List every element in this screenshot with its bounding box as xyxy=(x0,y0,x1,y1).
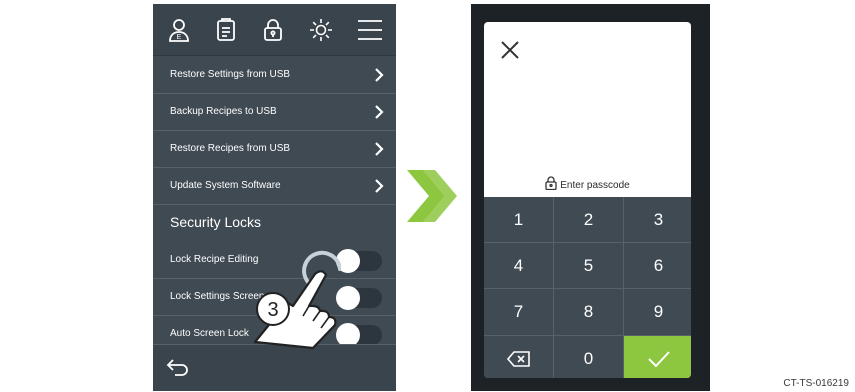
backspace-icon xyxy=(506,350,530,367)
chevron-right-icon xyxy=(375,179,384,193)
menu-item-restore-recipes[interactable]: Restore Recipes from USB xyxy=(153,131,396,168)
lock-settings-screen-toggle[interactable] xyxy=(336,286,382,310)
menu-item-label: Restore Recipes from USB xyxy=(170,143,291,154)
menu-item-update-software[interactable]: Update System Software xyxy=(153,168,396,205)
menu-item-label: Restore Settings from USB xyxy=(170,69,291,80)
numeric-keypad: 1 2 3 4 5 6 7 8 9 0 xyxy=(484,197,691,378)
step-number: 3 xyxy=(267,299,278,321)
tap-gesture-illustration: 3 xyxy=(253,250,341,350)
menu-item-label: Backup Recipes to USB xyxy=(170,106,277,117)
key-7[interactable]: 7 xyxy=(484,289,553,335)
menu-item-label: Update System Software xyxy=(170,180,281,191)
user-icon[interactable]: E xyxy=(165,16,193,44)
passcode-screen: Enter passcode 1 2 3 4 5 6 7 8 9 0 xyxy=(471,4,710,391)
key-6[interactable]: 6 xyxy=(624,243,691,288)
passcode-prompt: Enter passcode xyxy=(484,176,691,191)
checkmark-icon xyxy=(647,350,670,367)
bottom-toolbar xyxy=(153,344,396,391)
top-toolbar: E xyxy=(153,4,396,56)
confirm-button[interactable] xyxy=(624,336,691,378)
backspace-button[interactable] xyxy=(484,336,553,378)
chevron-right-icon xyxy=(375,68,384,82)
key-1[interactable]: 1 xyxy=(484,197,553,242)
auto-screen-lock-toggle[interactable] xyxy=(336,323,382,347)
passcode-dialog: Enter passcode 1 2 3 4 5 6 7 8 9 0 xyxy=(484,22,691,378)
key-5[interactable]: 5 xyxy=(554,243,623,288)
section-title: Security Locks xyxy=(170,214,262,230)
key-4[interactable]: 4 xyxy=(484,243,553,288)
menu-item-restore-settings[interactable]: Restore Settings from USB xyxy=(153,57,396,94)
double-chevron-right-icon xyxy=(407,170,457,222)
key-0[interactable]: 0 xyxy=(554,336,623,378)
back-arrow-icon[interactable] xyxy=(166,357,190,379)
lock-icon[interactable] xyxy=(259,16,287,44)
key-9[interactable]: 9 xyxy=(624,289,691,335)
close-icon[interactable] xyxy=(500,40,520,60)
menu-item-backup-recipes[interactable]: Backup Recipes to USB xyxy=(153,94,396,131)
key-2[interactable]: 2 xyxy=(554,197,623,242)
settings-screen: E Restore Settings from USB Backup Recip… xyxy=(153,4,396,391)
chevron-right-icon xyxy=(375,142,384,156)
key-3[interactable]: 3 xyxy=(624,197,691,242)
svg-text:E: E xyxy=(177,34,182,41)
brightness-icon[interactable] xyxy=(307,16,335,44)
key-8[interactable]: 8 xyxy=(554,289,623,335)
menu-icon[interactable] xyxy=(356,16,384,44)
lock-recipe-editing-toggle[interactable] xyxy=(336,249,382,273)
chevron-right-icon xyxy=(375,105,384,119)
document-code: CT-TS-016219 xyxy=(783,378,849,389)
passcode-prompt-label: Enter passcode xyxy=(560,180,630,191)
lock-icon xyxy=(545,176,557,191)
document-icon[interactable] xyxy=(212,16,240,44)
